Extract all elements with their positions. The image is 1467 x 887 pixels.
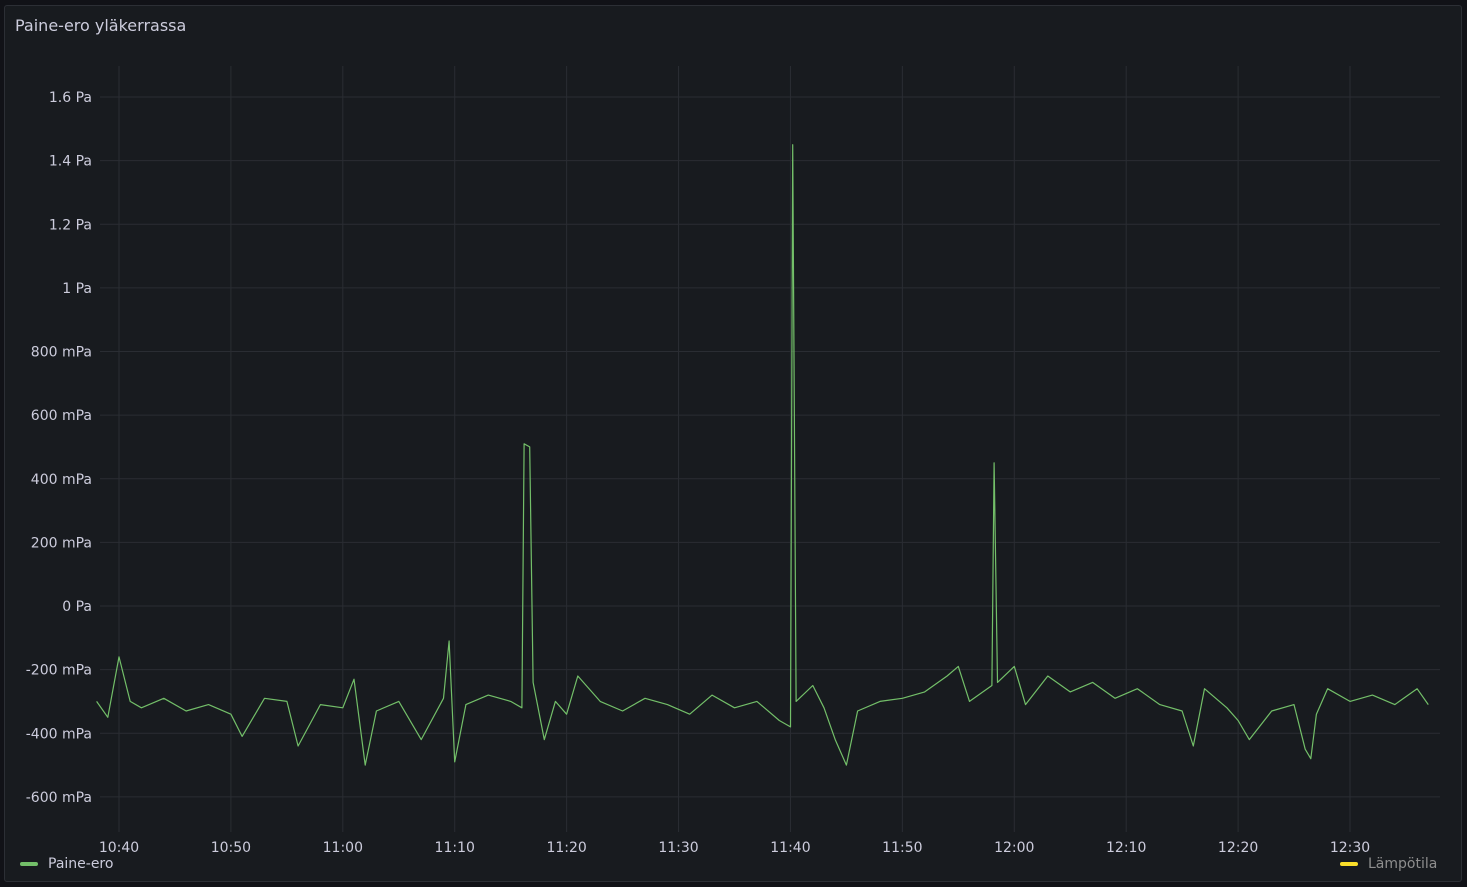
x-tick-label: 12:00 — [994, 840, 1034, 856]
x-tick-label: 11:00 — [323, 840, 363, 856]
legend-label-paine-ero: Paine-ero — [48, 856, 114, 872]
x-tick-label: 10:40 — [99, 840, 139, 856]
y-tick-label: 400 mPa — [31, 472, 92, 488]
legend-item-lampotila[interactable]: Lämpötila — [1340, 856, 1437, 872]
x-tick-label: 11:50 — [882, 840, 922, 856]
y-tick-label: -200 mPa — [26, 663, 92, 679]
x-tick-label: 12:10 — [1106, 840, 1146, 856]
x-tick-label: 11:10 — [435, 840, 475, 856]
legend-item-paine-ero[interactable]: Paine-ero — [20, 856, 113, 872]
y-tick-label: -600 mPa — [26, 790, 92, 806]
x-tick-label: 10:50 — [211, 840, 251, 856]
x-tick-label: 11:20 — [546, 840, 586, 856]
x-tick-label: 11:30 — [658, 840, 698, 856]
y-tick-label: 0 Pa — [62, 599, 92, 615]
chart-plot[interactable]: 1.6 Pa 1.4 Pa 1.2 Pa 1 Pa 800 mPa 600 mPa 400 … — [0, 0, 1467, 887]
y-tick-label: 1.2 Pa — [49, 217, 92, 233]
series-line-0 — [96, 144, 1429, 766]
y-tick-label: 1.4 Pa — [49, 154, 92, 170]
y-tick-label: 1.6 Pa — [49, 90, 92, 106]
legend-label-lampotila: Lämpötila — [1368, 856, 1438, 872]
y-tick-label: 1 Pa — [62, 281, 92, 297]
x-tick-label: 12:20 — [1218, 840, 1258, 856]
x-tick-label: 11:40 — [770, 840, 810, 856]
y-tick-label: -400 mPa — [26, 726, 92, 742]
x-tick-label: 12:30 — [1330, 840, 1370, 856]
y-tick-label: 600 mPa — [31, 408, 92, 424]
y-tick-label: 200 mPa — [31, 535, 92, 551]
legend-swatch-lampotila — [1340, 862, 1358, 866]
y-tick-label: 800 mPa — [31, 345, 92, 361]
legend-swatch-paine-ero — [20, 862, 38, 866]
